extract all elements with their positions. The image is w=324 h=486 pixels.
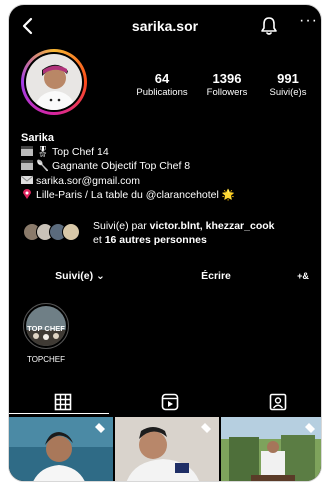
followed-prefix: Suivi(e) par — [93, 220, 150, 232]
followed-names[interactable]: victor.blnt, khezzar_cook — [150, 220, 275, 232]
followed-prefix: et — [93, 234, 105, 246]
stat-label: Followers — [206, 87, 248, 98]
post-grid — [9, 417, 321, 481]
bio-line: Lille-Paris / La table du @clarancehotel… — [21, 188, 311, 202]
profile-bio: Sarika 🎖 Top Chef 14 🥄 Gagnante Objectif… — [21, 131, 311, 202]
stat-value: 64 — [154, 71, 170, 86]
bell-icon[interactable] — [259, 16, 279, 36]
more-options-icon[interactable]: ··· — [299, 12, 318, 30]
bio-line: 🥄 Gagnante Objectif Top Chef 8 — [21, 159, 311, 173]
reels-icon[interactable] — [161, 393, 179, 411]
story-highlight[interactable]: TOP CHEF TOPCHEF — [21, 303, 71, 364]
tagged-icon[interactable] — [269, 393, 287, 411]
stat-following[interactable]: 991 Suivi(e)s — [253, 71, 321, 98]
avatar-photo — [26, 54, 82, 110]
phone-screen: sarika.sor ··· 64 Publications 1396 Foll… — [8, 4, 322, 482]
bio-text: 🥄 Gagnante Objectif Top Chef 8 — [36, 160, 191, 173]
bio-line: 🎖 Top Chef 14 — [21, 145, 311, 159]
stat-value: 991 — [277, 71, 299, 86]
envelope-icon — [21, 175, 33, 184]
content-tabs — [9, 389, 321, 415]
action-buttons: Suivi(e) ⌄ Écrire +& — [9, 265, 321, 287]
add-user-button[interactable]: +& — [291, 265, 315, 287]
clapper-icon — [21, 160, 33, 171]
clapper-icon — [21, 146, 33, 157]
bio-text: 🎖 Top Chef 14 — [36, 146, 109, 159]
bio-text: Lille-Paris / La table du @clarancehotel… — [36, 188, 235, 201]
bio-line: sarika.sor@gmail.com — [21, 174, 311, 188]
post-thumbnail[interactable] — [9, 417, 113, 481]
stat-publications[interactable]: 64 Publications — [127, 71, 197, 98]
active-tab-indicator — [9, 413, 109, 414]
post-thumbnail[interactable] — [221, 417, 321, 481]
following-button[interactable]: Suivi(e) ⌄ — [21, 265, 139, 287]
stat-value: 1396 — [212, 71, 242, 86]
followed-by-text: Suivi(e) par victor.blnt, khezzar_cook e… — [93, 219, 313, 247]
followed-others[interactable]: 16 autres personnes — [105, 234, 207, 246]
pin-icon — [23, 188, 31, 199]
post-thumbnail[interactable] — [115, 417, 219, 481]
stat-followers[interactable]: 1396 Followers — [192, 71, 262, 98]
avatar[interactable] — [21, 49, 87, 115]
grid-icon[interactable] — [54, 393, 72, 411]
highlight-cover: TOP CHEF — [26, 306, 66, 346]
highlight-label: TOPCHEF — [26, 355, 66, 364]
message-button[interactable]: Écrire — [159, 265, 273, 287]
bio-link[interactable]: sarika.sor@gmail.com — [36, 175, 140, 187]
svg-text:TOP CHEF: TOP CHEF — [27, 324, 65, 333]
follower-avatar — [62, 223, 80, 241]
top-bar: sarika.sor ··· — [9, 5, 321, 47]
stat-label: Suivi(e)s — [269, 87, 307, 98]
display-name: Sarika — [21, 132, 55, 144]
stat-label: Publications — [136, 87, 188, 98]
